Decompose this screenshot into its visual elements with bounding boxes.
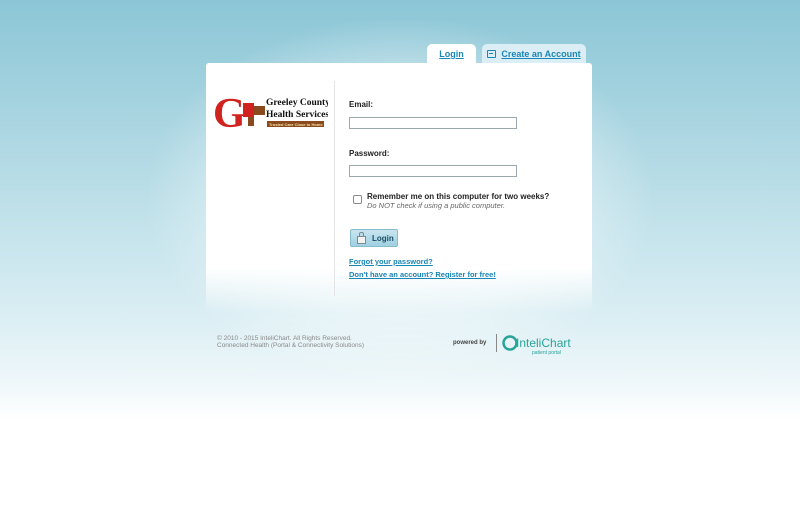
tab-login[interactable]: Login: [427, 44, 476, 64]
logo-line1: Greeley County: [266, 98, 328, 108]
logo-letter: G: [213, 93, 246, 133]
login-button-label: Login: [372, 233, 394, 243]
tab-create-account[interactable]: Create an Account: [482, 44, 586, 64]
footer-divider: [496, 334, 497, 352]
intelichart-logo: InteliChart patient portal: [502, 335, 571, 356]
email-field[interactable]: [349, 117, 517, 129]
intelichart-brand: InteliChart: [516, 336, 571, 350]
copyright-text: © 2010 - 2015 InteliChart. All Rights Re…: [217, 335, 352, 342]
copyright-subline: Connected Health (Portal & Connectivity …: [217, 342, 365, 349]
remember-me-note: Do NOT check if using a public computer.: [367, 201, 506, 210]
card-icon: [487, 50, 497, 58]
remember-me-checkbox[interactable]: [353, 195, 362, 204]
vertical-divider: [334, 81, 335, 296]
password-label: Password:: [349, 149, 390, 158]
register-link[interactable]: Don't have an account? Register for free…: [349, 270, 496, 279]
password-field[interactable]: [349, 165, 517, 177]
logo-tagline: Trusted Care Close to Home: [269, 122, 323, 127]
email-label: Email:: [349, 100, 374, 109]
forgot-password-link[interactable]: Forgot your password?: [349, 257, 433, 266]
powered-by-label: powered by: [453, 340, 487, 346]
remember-me-label: Remember me on this computer for two wee…: [367, 192, 550, 201]
login-card: G Greeley County Health Services Trusted…: [206, 63, 592, 313]
greeley-county-logo: G Greeley County Health Services Trusted…: [213, 93, 328, 133]
login-button[interactable]: Login: [350, 229, 398, 247]
logo-line2: Health Services: [266, 110, 328, 120]
intelichart-sub: patient portal: [532, 350, 561, 356]
lock-icon: [357, 231, 366, 244]
